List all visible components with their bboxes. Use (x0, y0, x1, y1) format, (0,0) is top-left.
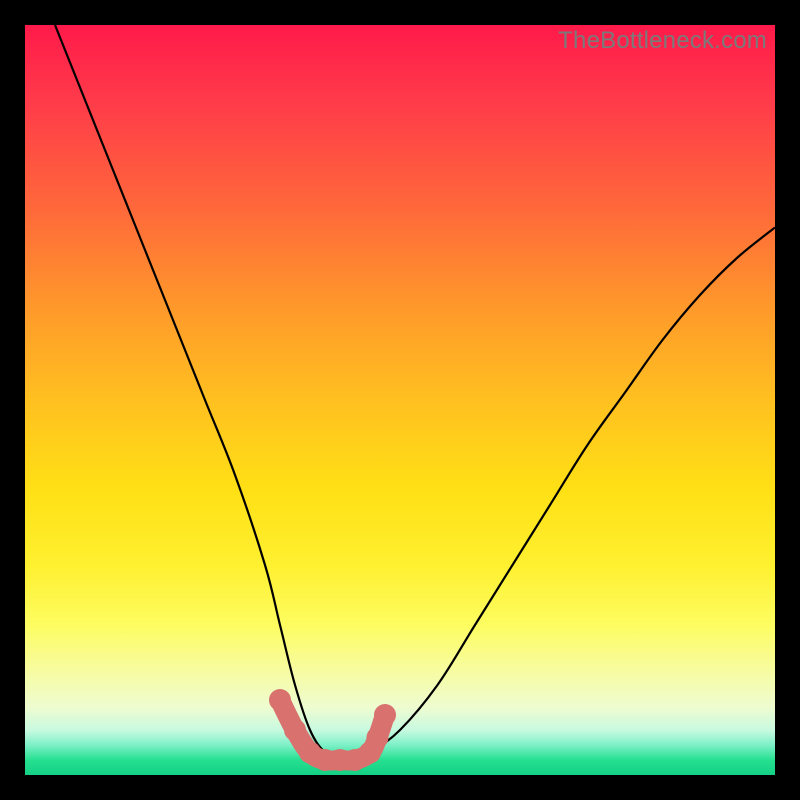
bottleneck-chart (25, 25, 775, 775)
highlight-dot (269, 689, 291, 711)
chart-plot-area: TheBottleneck.com (25, 25, 775, 775)
highlight-dot (367, 727, 389, 749)
highlight-dot (284, 719, 306, 741)
highlight-dot (374, 704, 396, 726)
bottleneck-curve (55, 25, 775, 761)
